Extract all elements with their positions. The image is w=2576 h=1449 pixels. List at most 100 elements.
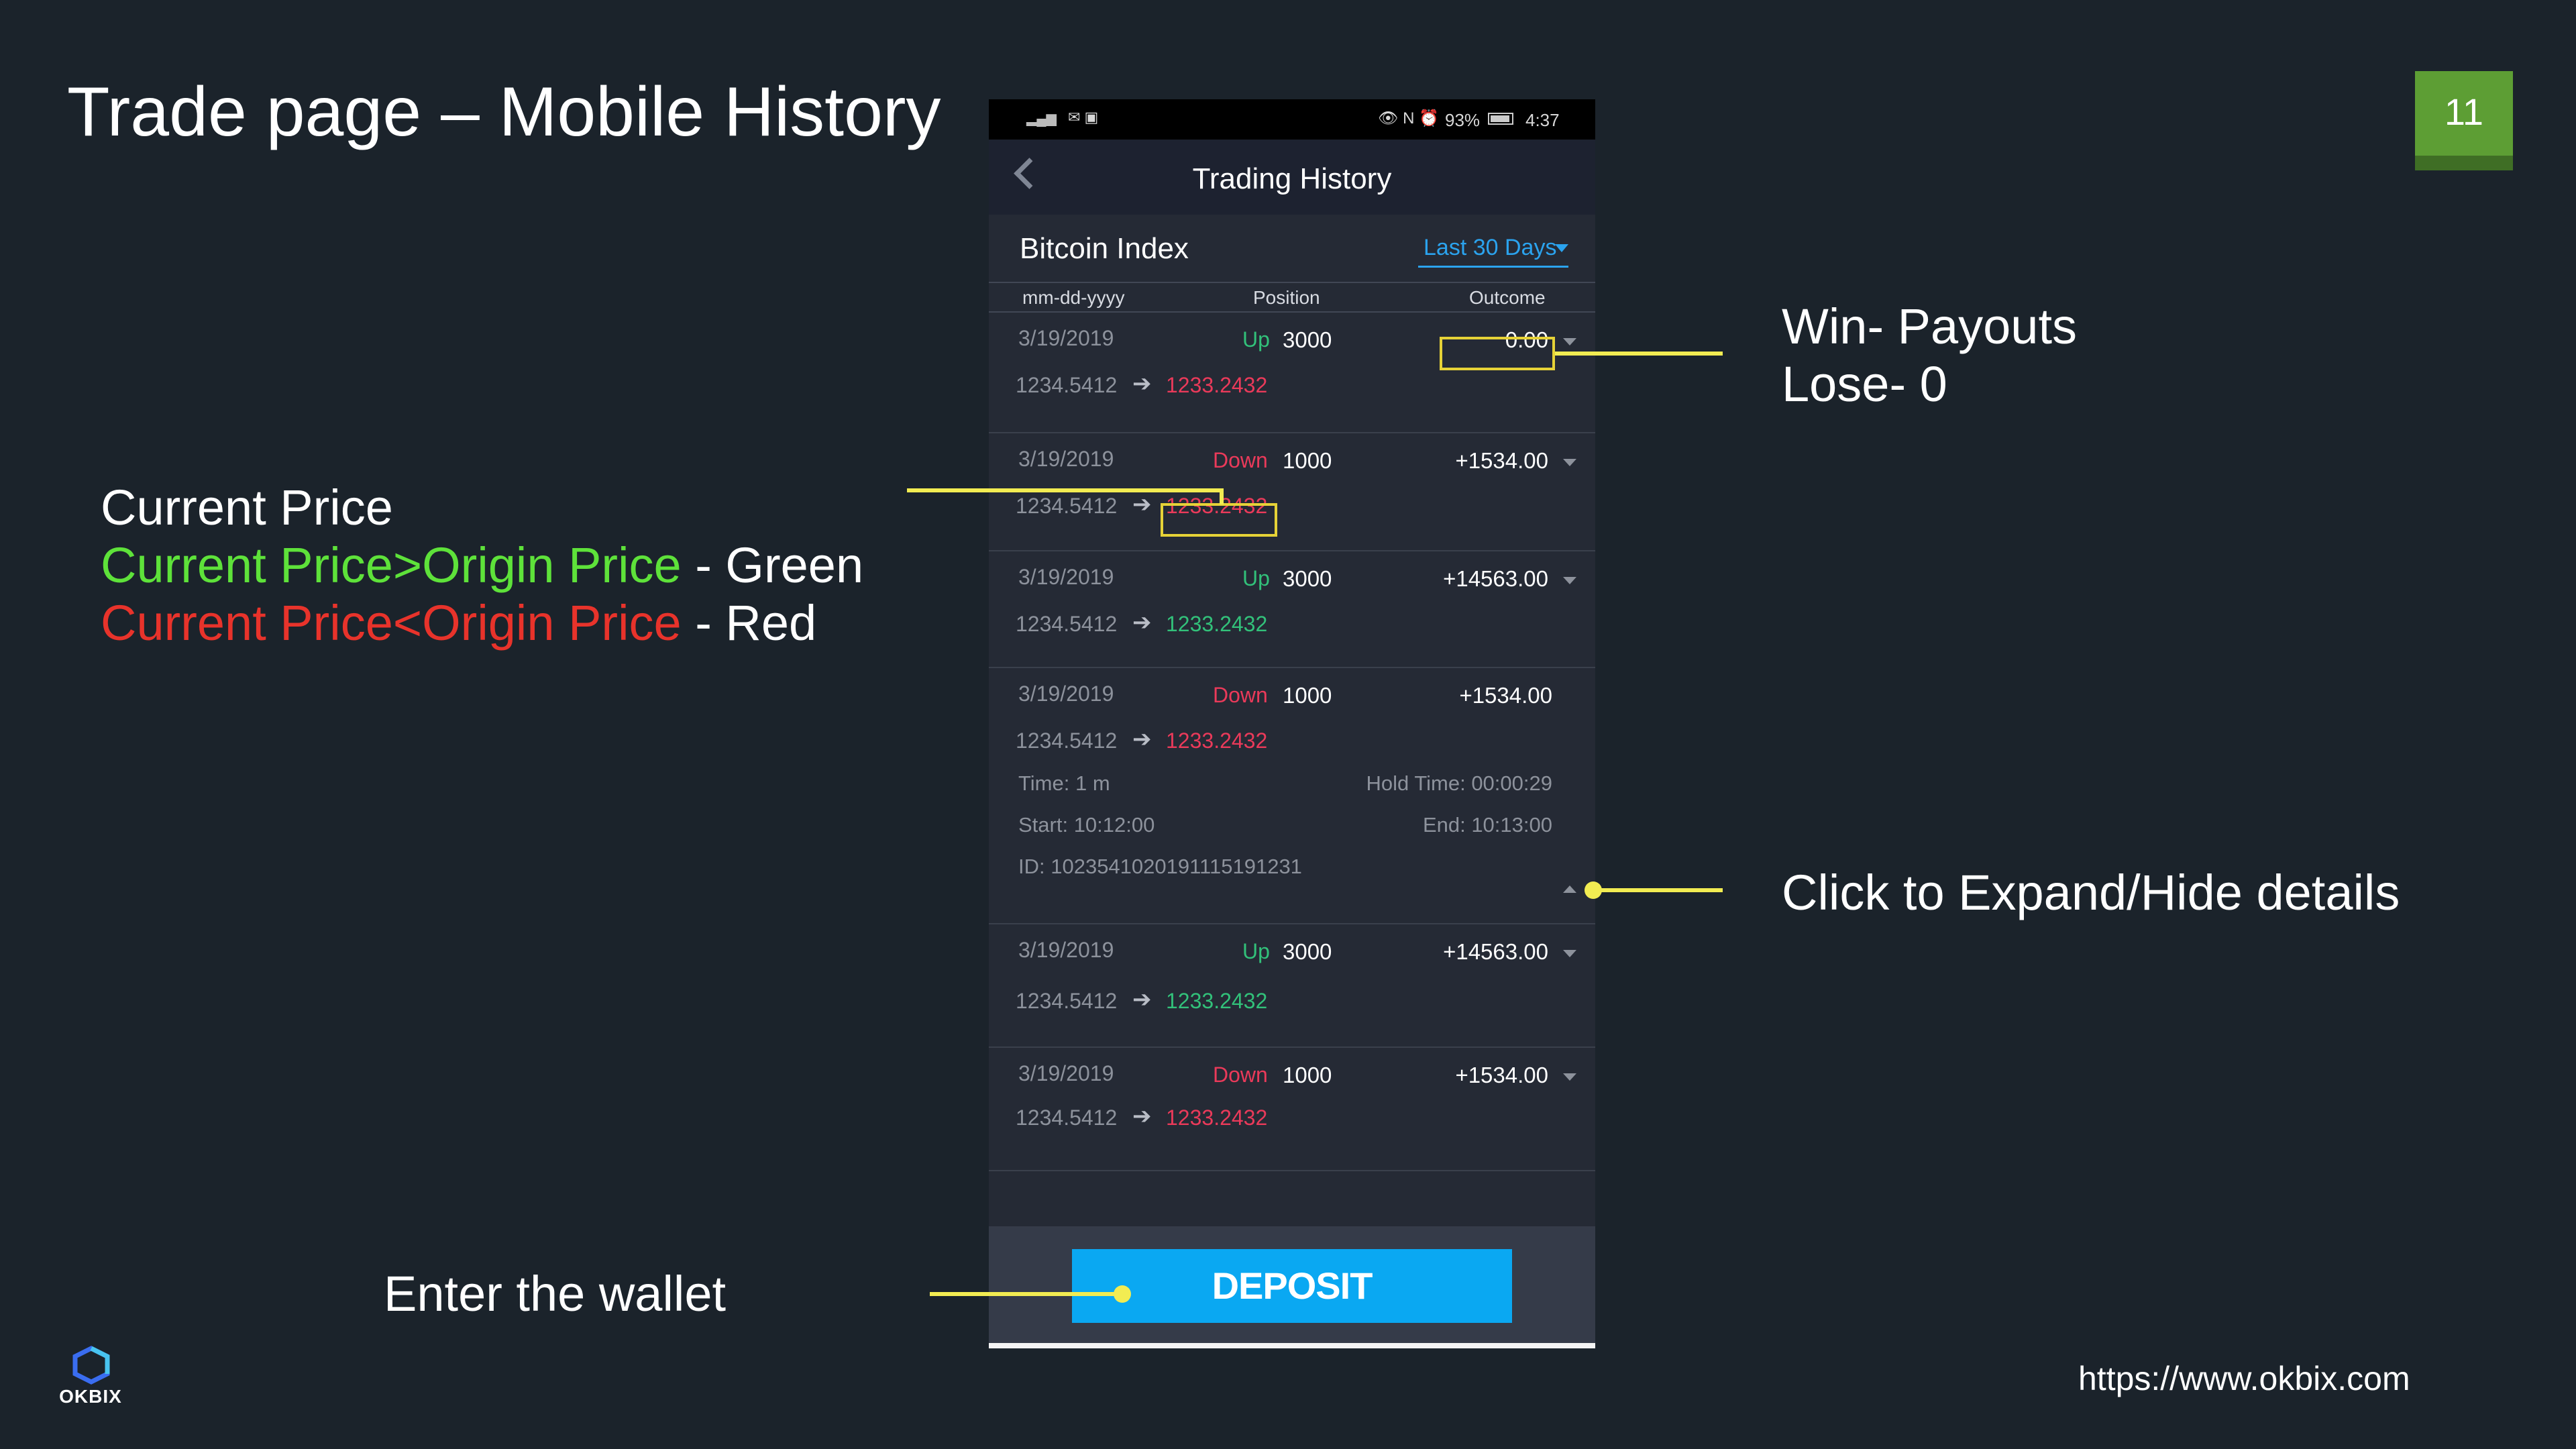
outcome-lose: Lose- 0 (1782, 356, 1947, 412)
badge-stripe (2415, 156, 2513, 170)
expand-annotation: Click to Expand/Hide details (1782, 865, 2400, 920)
page-number: 11 (2444, 91, 2484, 133)
green-condition: Current Price>Origin Price (101, 537, 682, 593)
red-suffix: - Red (681, 595, 817, 651)
nav-bar: Trading History (989, 140, 1595, 215)
open-price: 1234.5412 (1016, 612, 1118, 636)
index-selector[interactable]: Bitcoin Index (1020, 232, 1189, 266)
trade-outcome: +14563.00 (1443, 566, 1548, 591)
detail-start: Start: 10:12:00 (1018, 813, 1155, 837)
caret-down-icon[interactable] (1555, 244, 1568, 252)
trade-amount: 3000 (1283, 566, 1332, 591)
price-annotation: Current Price Current Price>Origin Price… (101, 479, 863, 652)
open-price: 1234.5412 (1016, 989, 1118, 1013)
date-range-underline (1418, 266, 1568, 268)
trade-outcome: +1534.00 (1455, 1063, 1548, 1087)
trade-row[interactable]: 3/19/2019 Up 3000 +14563.00 1234.5412 ➔ … (989, 551, 1595, 668)
trade-direction: Down (1213, 448, 1268, 472)
trade-amount: 3000 (1283, 939, 1332, 964)
chevron-down-icon[interactable] (1563, 577, 1576, 584)
trade-row[interactable]: 3/19/2019 Down 1000 +1534.00 1234.5412 ➔… (989, 433, 1595, 551)
battery-icon (1488, 113, 1513, 125)
open-price: 1234.5412 (1016, 373, 1118, 397)
detail-end: End: 10:13:00 (1422, 813, 1552, 837)
trade-row-expanded[interactable]: 3/19/2019 Down 1000 +1534.00 1234.5412 ➔… (989, 668, 1595, 924)
trade-row[interactable]: 3/19/2019 Up 3000 0.00 1234.5412 ➔ 1233.… (989, 313, 1595, 433)
trade-date: 3/19/2019 (1018, 682, 1114, 706)
price-connector-drop (1220, 488, 1224, 504)
wallet-annotation: Enter the wallet (384, 1266, 727, 1322)
arrow-right-icon: ➔ (1132, 1104, 1152, 1129)
detail-hold-time: Hold Time: 00:00:29 (1366, 771, 1552, 795)
trade-direction: Down (1213, 683, 1268, 707)
trade-amount: 1000 (1283, 683, 1332, 708)
status-bar: ▂▄▆ ✉ ▣ 👁 N ⏰ 93% 4:37 (989, 99, 1595, 140)
open-price: 1234.5412 (1016, 1106, 1118, 1130)
arrow-right-icon: ➔ (1132, 492, 1152, 517)
chevron-down-icon[interactable] (1563, 1073, 1576, 1081)
price-highlight-box (1161, 503, 1277, 537)
signal-icon: ▂▄▆ (1026, 111, 1057, 126)
detail-time: Time: 1 m (1018, 771, 1110, 795)
okbix-logo-icon (72, 1346, 110, 1385)
home-indicator (989, 1343, 1595, 1348)
col-outcome: Outcome (1469, 287, 1546, 308)
green-suffix: - Green (681, 537, 864, 593)
trade-date: 3/19/2019 (1018, 938, 1114, 962)
trade-amount: 1000 (1283, 448, 1332, 473)
trade-direction: Up (1242, 939, 1270, 963)
trade-date: 3/19/2019 (1018, 565, 1114, 589)
open-price: 1234.5412 (1016, 729, 1118, 753)
trade-outcome: +1534.00 (1455, 448, 1548, 473)
trade-direction: Up (1242, 566, 1270, 590)
trade-amount: 1000 (1283, 1063, 1332, 1087)
brand-name: OKBIX (59, 1386, 122, 1407)
wallet-connector-dot (1114, 1285, 1131, 1303)
wallet-connector (930, 1292, 1123, 1296)
expand-connector-dot (1585, 881, 1602, 899)
deposit-button[interactable]: DEPOSIT (1072, 1249, 1512, 1323)
outcome-highlight-box (1440, 337, 1555, 370)
col-position: Position (1253, 287, 1320, 308)
col-date: mm-dd-yyyy (1022, 287, 1125, 308)
chevron-down-icon[interactable] (1563, 338, 1576, 345)
footer-url[interactable]: https://www.okbix.com (2078, 1359, 2410, 1398)
red-condition: Current Price<Origin Price (101, 595, 682, 651)
trade-amount: 3000 (1283, 327, 1332, 352)
notification-icons: ✉ ▣ (1068, 109, 1099, 125)
arrow-right-icon: ➔ (1132, 727, 1152, 752)
trade-date: 3/19/2019 (1018, 447, 1114, 471)
trade-direction: Up (1242, 327, 1270, 352)
expand-connector (1594, 888, 1723, 892)
battery-percent: 93% (1445, 110, 1481, 130)
nav-title: Trading History (1192, 162, 1392, 195)
outcome-annotation: Win- Payouts Lose- 0 (1782, 298, 2077, 413)
trade-row[interactable]: 3/19/2019 Up 3000 +14563.00 1234.5412 ➔ … (989, 924, 1595, 1048)
trade-date: 3/19/2019 (1018, 1061, 1114, 1085)
bottom-bar: DEPOSIT (989, 1226, 1595, 1348)
trade-direction: Down (1213, 1063, 1268, 1087)
column-header: mm-dd-yyyy Position Outcome (989, 282, 1595, 313)
arrow-right-icon: ➔ (1132, 987, 1152, 1012)
phone-screen: ▂▄▆ ✉ ▣ 👁 N ⏰ 93% 4:37 Trading History B… (989, 99, 1595, 1348)
outcome-win: Win- Payouts (1782, 299, 2078, 354)
page-number-badge: 11 (2415, 71, 2513, 170)
trade-outcome: +1534.00 (1459, 683, 1552, 708)
detail-id: ID: 1023541020191115191231 (1018, 855, 1302, 878)
filter-bar: Bitcoin Index Last 30 Days (989, 215, 1595, 282)
current-price: 1233.2432 (1166, 1106, 1268, 1130)
chevron-up-icon[interactable] (1563, 885, 1576, 893)
open-price: 1234.5412 (1016, 494, 1118, 518)
price-annotation-green: Current Price>Origin Price - Green (101, 537, 863, 594)
trade-row[interactable]: 3/19/2019 Down 1000 +1534.00 1234.5412 ➔… (989, 1048, 1595, 1171)
chevron-down-icon[interactable] (1563, 459, 1576, 466)
trade-outcome: +14563.00 (1443, 939, 1548, 964)
clock-time: 4:37 (1525, 110, 1560, 130)
current-price: 1233.2432 (1166, 989, 1268, 1013)
current-price: 1233.2432 (1166, 373, 1268, 397)
trade-date: 3/19/2019 (1018, 326, 1114, 350)
price-annotation-heading: Current Price (101, 480, 393, 535)
chevron-down-icon[interactable] (1563, 950, 1576, 957)
date-range-dropdown[interactable]: Last 30 Days (1424, 235, 1556, 261)
price-connector (907, 488, 1224, 492)
